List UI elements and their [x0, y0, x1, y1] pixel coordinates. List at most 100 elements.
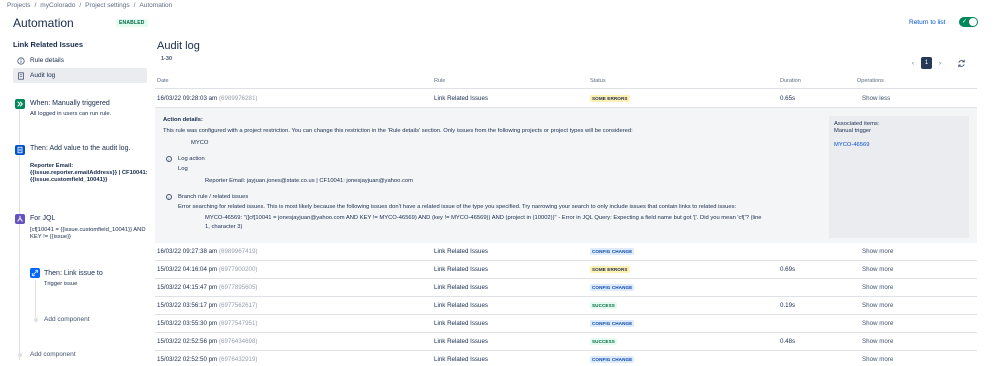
row-date: 15/03/22 02:52:50 pm (6976432919): [157, 356, 258, 363]
nav-label: Rule details: [30, 57, 64, 64]
column-header-rule: Rule: [434, 78, 446, 84]
table-row: 15/03/22 03:56:17 pm (6977562617) Link R…: [155, 297, 977, 315]
error-line-1: MYCO-46569: "([cf[10041 = jonesjayjuan@y…: [205, 215, 762, 221]
show-more-button[interactable]: Show more: [862, 320, 893, 327]
table-row: 15/03/22 04:16:04 pm (6977900200) Link R…: [155, 261, 977, 279]
status-lozenge: CONFIG CHANGE: [590, 284, 635, 291]
table-row: 15/03/22 03:55:30 pm (6977547951) Link R…: [155, 315, 977, 333]
row-rule: Link Related Issues: [434, 248, 488, 255]
row-date: 15/03/22 02:52:56 pm (6976434698): [157, 338, 258, 345]
show-less-button[interactable]: Show less: [862, 95, 890, 102]
nav-label: Audit log: [30, 72, 56, 79]
row-date: 15/03/22 03:56:17 pm (6977562617): [157, 302, 258, 309]
rule-name: Link Related Issues: [13, 40, 84, 49]
column-header-status: Status: [590, 78, 606, 84]
row-rule: Link Related Issues: [434, 302, 488, 309]
show-more-button[interactable]: Show more: [862, 302, 893, 309]
breadcrumb-automation[interactable]: Automation: [139, 2, 172, 9]
branch-icon: [15, 214, 25, 224]
trigger-desc: All logged in users can run rule.: [30, 111, 112, 117]
status-lozenge: SUCCESS: [590, 338, 617, 345]
action-icon: [15, 145, 25, 155]
add-component-nested-button[interactable]: Add component: [44, 316, 90, 323]
row-date: 16/03/22 09:28:03 am (6989976281): [157, 95, 258, 102]
status-lozenge: CONFIG CHANGE: [590, 356, 635, 363]
breadcrumb-projects[interactable]: Projects: [7, 2, 30, 9]
row-rule: Link Related Issues: [434, 356, 488, 363]
restriction-text: This rule was configured with a project …: [163, 128, 633, 134]
chevron-left-icon[interactable]: ‹: [908, 60, 918, 67]
pagination: ‹ 1 ›: [908, 57, 945, 69]
associated-items-title: Associated items:: [834, 121, 880, 127]
associated-items-sub: Manual trigger: [834, 128, 872, 134]
info-icon: i: [166, 156, 172, 162]
nested-action-title[interactable]: Then: Link issue to: [44, 270, 103, 278]
column-header-date: Date: [157, 78, 169, 84]
log-action-title: Log action: [178, 156, 205, 162]
breadcrumb: Projects / myColorado / Project settings / Aut…: [7, 2, 173, 9]
breadcrumb-project-settings[interactable]: Project settings: [85, 2, 129, 9]
action-details-panel: Action details: This rule was configured…: [155, 108, 977, 243]
show-more-button[interactable]: Show more: [862, 338, 893, 345]
action-title[interactable]: Then: Add value to the audit log.: [30, 145, 140, 153]
row-date: 15/03/22 03:55:30 pm (6977547951): [157, 320, 258, 327]
row-duration: 0.65s: [780, 95, 796, 102]
status-lozenge: CONFIG CHANGE: [590, 320, 635, 327]
branch-desc: [cf[10041 = {{issue.customfield_10041}} …: [30, 227, 146, 240]
log-message: Reporter Email: jayjuan.jones@state.co.u…: [205, 178, 413, 184]
rule-enabled-toggle[interactable]: ✓: [959, 17, 978, 27]
action-desc: Reporter Email: {{issue.reporter.emailAd…: [30, 163, 148, 183]
associated-items-panel: Associated items: Manual trigger MYCO-46…: [829, 116, 969, 238]
row-rule: Link Related Issues: [434, 95, 488, 102]
refresh-icon[interactable]: [957, 59, 966, 68]
return-to-list-link[interactable]: Return to list: [909, 19, 946, 26]
show-more-button[interactable]: Show more: [862, 266, 893, 273]
log-action-sub: Log: [178, 166, 188, 172]
show-more-button[interactable]: Show more: [862, 356, 893, 363]
nav-audit-log[interactable]: Audit log: [13, 68, 147, 83]
table-row: 15/03/22 02:52:50 pm (6976432919) Link R…: [155, 351, 977, 366]
row-duration: 0.69s: [780, 266, 796, 273]
add-component-dot: [18, 353, 22, 357]
document-icon: [17, 71, 25, 80]
nav-rule-details[interactable]: Rule details: [13, 53, 147, 68]
row-rule: Link Related Issues: [434, 284, 488, 291]
error-line-2: 1, character 3): [205, 224, 243, 230]
toggle-knob: [969, 18, 977, 26]
status-badge: ENABLED: [116, 19, 148, 27]
nested-action-desc: Trigger issue: [44, 281, 78, 287]
branch-title[interactable]: For JQL: [30, 215, 55, 223]
column-header-duration: Duration: [780, 78, 801, 84]
header-divider: [155, 88, 977, 89]
add-component-button[interactable]: Add component: [30, 351, 76, 358]
table-row: 15/03/22 02:52:56 pm (6976434698) Link R…: [155, 333, 977, 351]
chevron-right-icon[interactable]: ›: [935, 60, 945, 67]
show-more-button[interactable]: Show more: [862, 248, 893, 255]
check-icon: ✓: [962, 19, 968, 25]
status-lozenge: SOME ERRORS: [590, 95, 630, 102]
trigger-icon: [15, 99, 25, 109]
project-key: MYCO: [191, 140, 209, 146]
row-date: 15/03/22 04:15:47 pm (6977895605): [157, 284, 258, 291]
branch-error-text: Error searching for related issues. This…: [178, 204, 737, 210]
show-more-button[interactable]: Show more: [862, 284, 893, 291]
table-row: 16/03/22 09:27:38 am (6989967419) Link R…: [155, 243, 977, 261]
result-range: 1-30: [161, 56, 173, 62]
row-duration: 0.48s: [780, 338, 796, 345]
issue-link[interactable]: MYCO-46569: [834, 142, 869, 148]
row-duration: 0.19s: [780, 302, 796, 309]
table-row: 16/03/22 09:28:03 am (6989976281) Link R…: [155, 90, 977, 108]
add-component-dot: [34, 318, 38, 322]
status-lozenge: SUCCESS: [590, 302, 617, 309]
row-date: 15/03/22 04:16:04 pm (6977900200): [157, 266, 258, 273]
nested-timeline-line: [35, 280, 36, 322]
status-lozenge: SOME ERRORS: [590, 266, 630, 273]
breadcrumb-project[interactable]: myColorado: [40, 2, 75, 9]
row-date: 16/03/22 09:27:38 am (6989967419): [157, 248, 258, 255]
audit-log-title: Audit log: [157, 40, 200, 52]
trigger-title[interactable]: When: Manually triggered: [30, 100, 110, 108]
info-icon: i: [166, 194, 172, 200]
page-title: Automation: [13, 16, 74, 30]
row-rule: Link Related Issues: [434, 338, 488, 345]
page-button[interactable]: 1: [921, 57, 932, 69]
